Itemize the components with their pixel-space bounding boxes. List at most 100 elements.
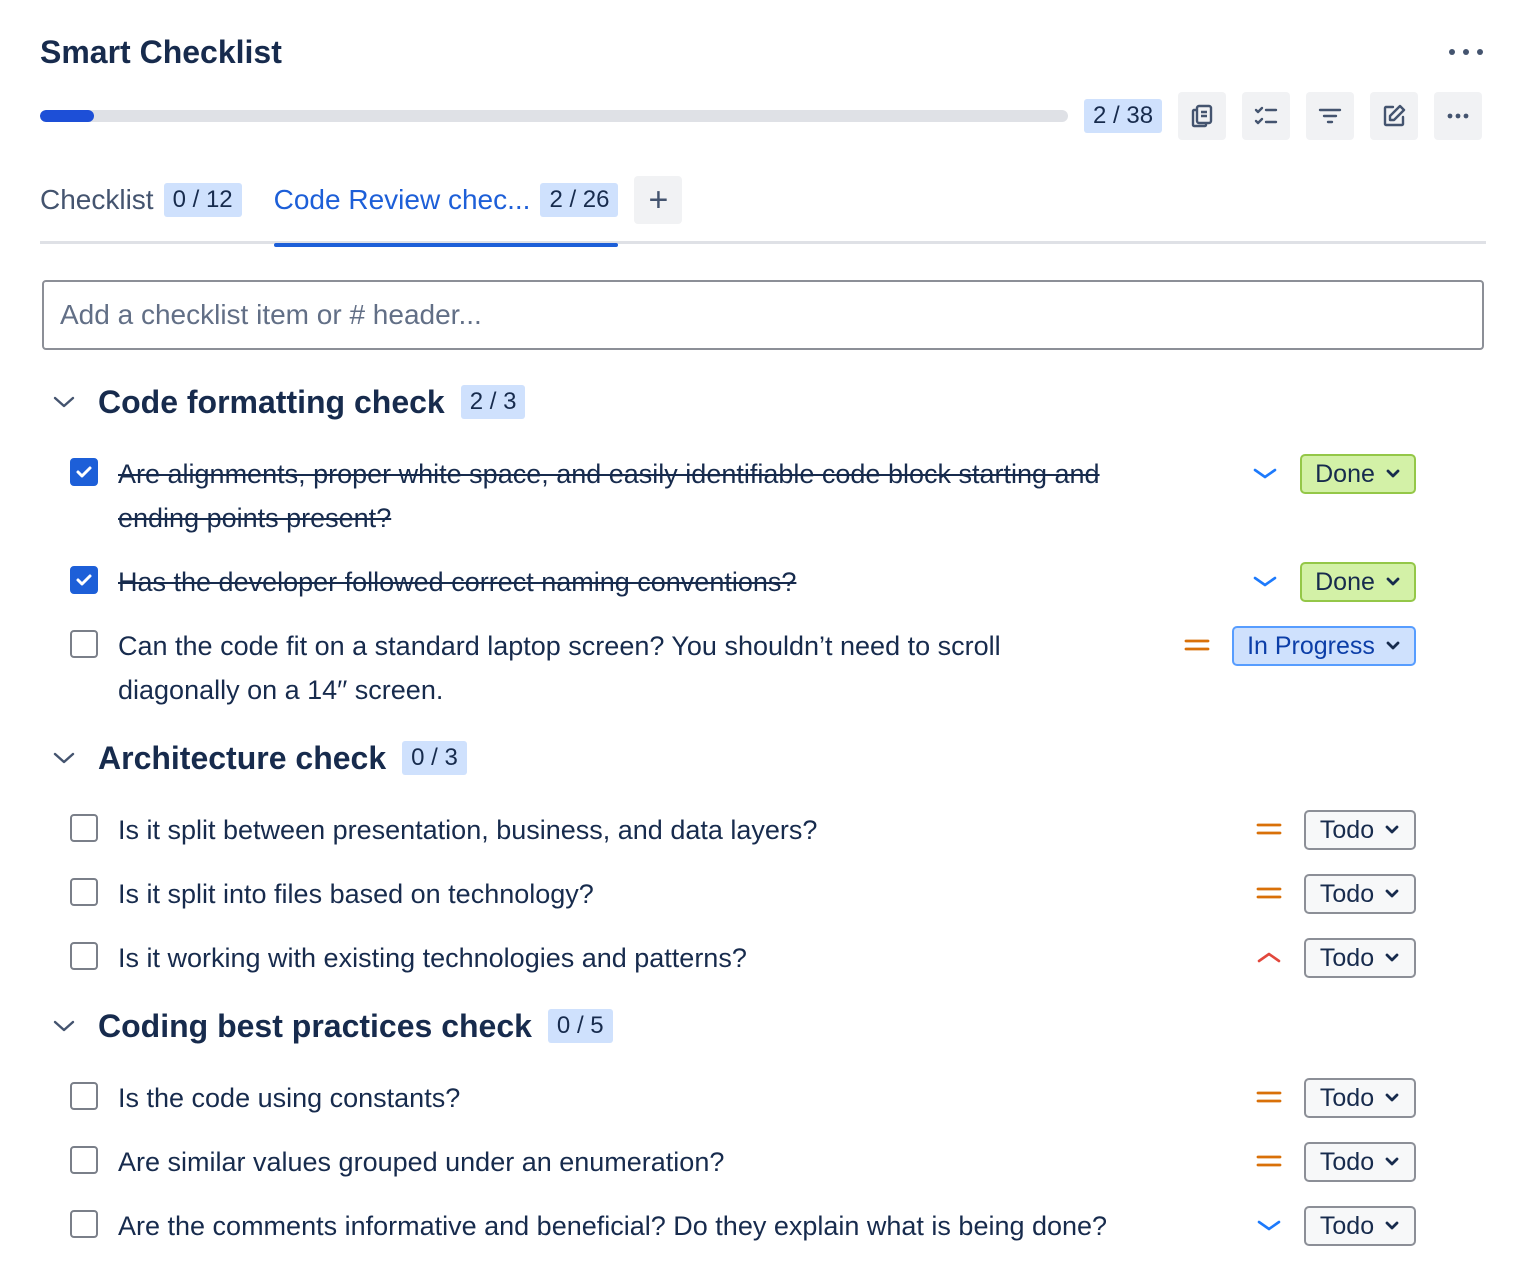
priority-indicator[interactable] <box>1254 1146 1284 1176</box>
priority-indicator[interactable] <box>1182 630 1212 660</box>
priority-indicator[interactable] <box>1250 458 1280 488</box>
item-text[interactable]: Are similar values grouped under an enum… <box>118 1140 724 1184</box>
item-text[interactable]: Are the comments informative and benefic… <box>118 1204 1107 1248</box>
priority-indicator[interactable] <box>1254 878 1284 908</box>
status-dropdown[interactable]: Todo <box>1304 1206 1416 1246</box>
checklist-item: Has the developer followed correct namin… <box>70 560 1416 604</box>
copy-button[interactable] <box>1178 92 1227 140</box>
item-text-line: Can the code fit on a standard laptop sc… <box>118 631 1001 661</box>
section-collapse-toggle[interactable] <box>50 1012 78 1040</box>
item-checkbox[interactable] <box>70 630 98 658</box>
filter-button[interactable] <box>1306 92 1355 140</box>
status-dropdown[interactable]: Done <box>1300 454 1416 494</box>
edit-button[interactable] <box>1370 92 1419 140</box>
more-button[interactable] <box>1434 92 1483 140</box>
section-count-badge: 0 / 5 <box>547 1009 613 1043</box>
tab-bar: Checklist 0 / 12 Code Review chec... 2 /… <box>40 176 1486 247</box>
checklist-item: Is it split into files based on technolo… <box>70 872 1416 916</box>
tab-count-badge: 2 / 26 <box>540 183 619 217</box>
item-text-line: Is it working with existing technologies… <box>118 943 747 973</box>
item-text[interactable]: Is it split into files based on technolo… <box>118 872 594 916</box>
item-text-line: Are alignments, proper white space, and … <box>118 459 1100 489</box>
checklist-item: Are alignments, proper white space, and … <box>70 452 1416 544</box>
item-text[interactable]: Are alignments, proper white space, and … <box>118 452 1100 540</box>
progress-row: 2 / 38 <box>40 92 1486 140</box>
priority-indicator[interactable] <box>1254 942 1284 972</box>
item-text-line: diagonally on a 14′′ screen. <box>118 675 444 705</box>
status-dropdown[interactable]: Todo <box>1304 1078 1416 1118</box>
add-item-input[interactable] <box>42 280 1484 350</box>
item-text[interactable]: Has the developer followed correct namin… <box>118 560 796 604</box>
chevron-down-icon <box>53 752 75 764</box>
chevron-down-icon <box>1386 641 1400 650</box>
priority-low-icon <box>1257 1220 1281 1231</box>
status-dropdown[interactable]: Done <box>1300 562 1416 602</box>
priority-indicator[interactable] <box>1254 814 1284 844</box>
item-checkbox[interactable] <box>70 942 98 970</box>
item-text[interactable]: Is it split between presentation, busine… <box>118 808 817 852</box>
chevron-down-icon <box>1386 469 1400 478</box>
section-title: Coding best practices check <box>98 1007 532 1044</box>
checklist-item: Are the comments informative and benefic… <box>70 1204 1416 1248</box>
filter-icon <box>1318 108 1342 124</box>
item-checkbox[interactable] <box>70 1146 98 1174</box>
item-checkbox[interactable] <box>70 878 98 906</box>
priority-low-icon <box>1253 468 1277 479</box>
chevron-down-icon <box>53 1020 75 1032</box>
chevron-down-icon <box>1385 1093 1399 1102</box>
checkmark-icon <box>76 574 92 586</box>
tab-label: Checklist <box>40 184 154 215</box>
checklist-header: Smart Checklist <box>40 30 1488 74</box>
priority-medium-icon <box>1256 887 1282 899</box>
item-checkbox[interactable] <box>70 1210 98 1238</box>
status-dropdown[interactable]: Todo <box>1304 874 1416 914</box>
item-text[interactable]: Is the code using constants? <box>118 1076 460 1120</box>
toolbar <box>1178 92 1483 140</box>
section-collapse-toggle[interactable] <box>50 388 78 416</box>
status-dropdown[interactable]: In Progress <box>1232 626 1416 666</box>
section-header: Architecture check 0 / 3 <box>50 736 467 780</box>
tab-code-review[interactable]: Code Review chec... 2 / 26 <box>273 176 619 247</box>
status-label: Todo <box>1319 815 1375 844</box>
priority-indicator[interactable] <box>1254 1082 1284 1112</box>
item-text[interactable]: Can the code fit on a standard laptop sc… <box>118 624 1001 712</box>
checklist-view-button[interactable] <box>1242 92 1291 140</box>
more-options-icon[interactable] <box>1444 36 1488 68</box>
tab-checklist[interactable]: Checklist 0 / 12 <box>40 176 242 224</box>
checklist-item: Is it working with existing technologies… <box>70 936 1416 980</box>
status-dropdown[interactable]: Todo <box>1304 810 1416 850</box>
priority-indicator[interactable] <box>1250 566 1280 596</box>
item-checkbox[interactable] <box>70 566 98 594</box>
chevron-down-icon <box>1385 889 1399 898</box>
chevron-down-icon <box>53 396 75 408</box>
status-dropdown[interactable]: Todo <box>1304 1142 1416 1182</box>
checklist-item: Is the code using constants? Todo <box>70 1076 1416 1120</box>
add-tab-button[interactable]: + <box>634 176 683 224</box>
item-checkbox[interactable] <box>70 814 98 842</box>
chevron-down-icon <box>1385 953 1399 962</box>
item-checkbox[interactable] <box>70 458 98 486</box>
priority-indicator[interactable] <box>1254 1210 1284 1240</box>
item-text[interactable]: Is it working with existing technologies… <box>118 936 747 980</box>
section-title: Architecture check <box>98 739 387 776</box>
checklist-item: Can the code fit on a standard laptop sc… <box>70 624 1416 716</box>
checklist-item: Is it split between presentation, busine… <box>70 808 1416 852</box>
edit-icon <box>1383 104 1406 127</box>
status-label: Done <box>1315 567 1375 596</box>
progress-fill <box>40 110 95 122</box>
section-count-badge: 0 / 3 <box>402 741 467 775</box>
status-dropdown[interactable]: Todo <box>1304 938 1416 978</box>
item-text-line: ending points present? <box>118 503 392 533</box>
status-label: Todo <box>1319 943 1375 972</box>
status-label: Todo <box>1319 879 1375 908</box>
item-text-line: Is the code using constants? <box>118 1083 461 1113</box>
priority-medium-icon <box>1256 1091 1282 1103</box>
priority-medium-icon <box>1256 823 1282 835</box>
tab-label: Code Review chec... <box>273 184 531 215</box>
section-collapse-toggle[interactable] <box>50 744 78 772</box>
section-header: Code formatting check 2 / 3 <box>50 380 526 424</box>
chevron-down-icon <box>1385 1157 1399 1166</box>
item-text-line: Is it split into files based on technolo… <box>118 879 594 909</box>
item-checkbox[interactable] <box>70 1082 98 1110</box>
priority-medium-icon <box>1256 1155 1282 1167</box>
